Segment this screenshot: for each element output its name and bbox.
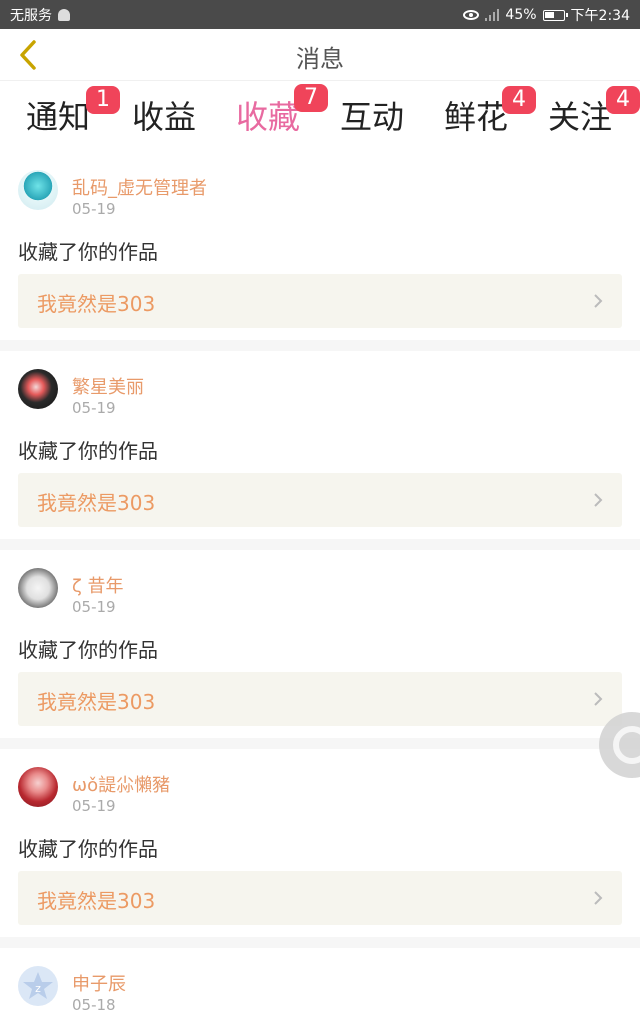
tab-notifications[interactable]: 通知 1	[6, 86, 120, 138]
battery-icon	[542, 9, 568, 21]
tab-favorites[interactable]: 收藏 7	[216, 84, 328, 155]
divider	[0, 539, 640, 550]
work-title: 我竟然是303	[37, 690, 156, 714]
carrier-text: 无服务	[10, 8, 52, 24]
message-item: ζ 昔年 05-19 收藏了你的作品 我竟然是303	[0, 550, 640, 738]
tab-label: 互动	[339, 98, 404, 136]
clock: 下午2:34	[570, 8, 630, 24]
message-date: 05-19	[72, 399, 116, 417]
work-link[interactable]: 我竟然是303	[18, 672, 622, 726]
message-item: z 申子辰 05-18	[0, 948, 640, 1024]
svg-text:z: z	[35, 982, 41, 995]
message-date: 05-18	[72, 996, 116, 1014]
avatar[interactable]	[18, 369, 58, 409]
work-title: 我竟然是303	[37, 889, 156, 913]
avatar[interactable]	[18, 170, 58, 210]
message-date: 05-19	[72, 200, 116, 218]
message-item: 繁星美丽 05-19 收藏了你的作品 我竟然是303	[0, 351, 640, 539]
avatar[interactable]: z	[18, 966, 58, 1006]
signal-icon	[485, 9, 500, 21]
message-item: ωǒ諟尛懶豬 05-19 收藏了你的作品 我竟然是303	[0, 749, 640, 937]
avatar[interactable]	[18, 767, 58, 807]
chevron-right-icon	[594, 891, 603, 905]
tab-label: 通知	[25, 98, 90, 136]
tab-bar: 通知 1 收益 收藏 7 互动 鲜花 4 关注 4	[0, 82, 640, 155]
tab-label: 关注	[547, 98, 612, 136]
default-avatar-icon: z	[23, 972, 53, 999]
chevron-right-icon	[594, 692, 603, 706]
message-text: 收藏了你的作品	[18, 240, 158, 264]
divider	[0, 738, 640, 749]
tab-label: 收益	[131, 98, 196, 136]
message-text: 收藏了你的作品	[18, 439, 158, 463]
message-text: 收藏了你的作品	[18, 638, 158, 662]
divider	[0, 340, 640, 351]
work-title: 我竟然是303	[37, 491, 156, 515]
message-text: 收藏了你的作品	[18, 837, 158, 861]
tab-label: 收藏	[235, 98, 300, 136]
app-notification-icon	[58, 9, 70, 21]
message-date: 05-19	[72, 598, 116, 616]
divider	[0, 937, 640, 948]
tab-flowers[interactable]: 鲜花 4	[424, 86, 536, 138]
username[interactable]: 申子辰	[72, 970, 126, 996]
message-date: 05-19	[72, 797, 116, 815]
username[interactable]: 繁星美丽	[72, 373, 144, 399]
username[interactable]: ωǒ諟尛懶豬	[72, 771, 170, 797]
username[interactable]: ζ 昔年	[72, 572, 124, 598]
tab-earnings[interactable]: 收益	[112, 92, 216, 138]
battery-percent: 45%	[505, 7, 537, 23]
status-bar: 无服务 45% 下午2:34	[0, 0, 640, 29]
tab-label: 鲜花	[443, 98, 508, 136]
chevron-right-icon	[594, 493, 603, 507]
message-item: 乱码_虚无管理者 05-19 收藏了你的作品 我竟然是303	[0, 152, 640, 340]
unread-badge: 4	[606, 86, 640, 114]
work-title: 我竟然是303	[37, 292, 156, 316]
page-title: 消息	[296, 45, 344, 73]
work-link[interactable]: 我竟然是303	[18, 473, 622, 527]
work-link[interactable]: 我竟然是303	[18, 274, 622, 328]
nav-header: 消息	[0, 29, 640, 81]
avatar[interactable]	[18, 568, 58, 608]
username[interactable]: 乱码_虚无管理者	[72, 174, 207, 200]
chevron-right-icon	[594, 294, 603, 308]
tab-interactions[interactable]: 互动	[320, 92, 424, 138]
work-link[interactable]: 我竟然是303	[18, 871, 622, 925]
tab-follows[interactable]: 关注 4	[528, 86, 640, 138]
eye-comfort-icon	[463, 10, 480, 20]
